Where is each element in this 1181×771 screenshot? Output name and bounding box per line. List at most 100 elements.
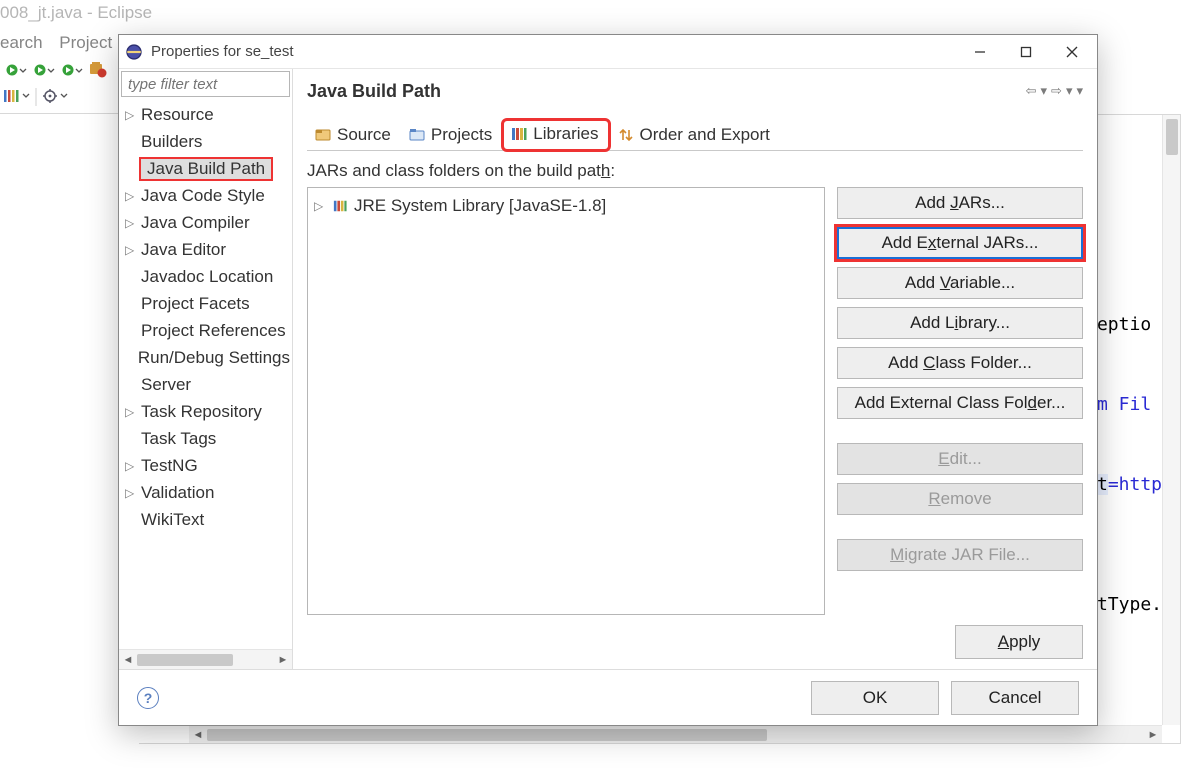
add-variable-button[interactable]: Add Variable...: [837, 267, 1083, 299]
forward-menu-icon[interactable]: ▾: [1066, 83, 1073, 99]
expand-icon[interactable]: ▷: [314, 199, 326, 213]
tab-projects-label: Projects: [431, 125, 492, 145]
libraries-list[interactable]: ▷ JRE System Library [JavaSE-1.8]: [307, 187, 825, 615]
sidebar-item[interactable]: ▷Java Compiler: [119, 209, 292, 236]
sidebar-item[interactable]: ▷Validation: [119, 479, 292, 506]
sidebar-item-label: Project Facets: [139, 294, 252, 314]
sidebar-item[interactable]: ▷Java Code Style: [119, 182, 292, 209]
scroll-right-icon[interactable]: ►: [274, 654, 292, 666]
editor-scrollbar-vertical[interactable]: [1162, 115, 1180, 725]
category-tree[interactable]: ▷Resource▷Builders▷Java Build Path▷Java …: [119, 99, 292, 649]
sidebar-item[interactable]: ▷Project Facets: [119, 290, 292, 317]
sidebar-item[interactable]: ▷Task Tags: [119, 425, 292, 452]
add-class-folder-button[interactable]: Add Class Folder...: [837, 347, 1083, 379]
sidebar-item-label: Java Build Path: [139, 157, 273, 181]
sidebar-item-label: Java Editor: [139, 240, 228, 260]
edit-button: Edit...: [837, 443, 1083, 475]
apply-button[interactable]: Apply: [955, 625, 1083, 659]
eclipse-menubar-fragment: earch Project: [0, 33, 124, 53]
sidebar-item[interactable]: ▷Run/Debug Settings: [119, 344, 292, 371]
migrate-jar-button: Migrate JAR File...: [837, 539, 1083, 571]
minimize-button[interactable]: [957, 36, 1003, 68]
sidebar-item[interactable]: ▷TestNG: [119, 452, 292, 479]
forward-icon[interactable]: ⇨: [1051, 83, 1062, 99]
scroll-right-icon[interactable]: ►: [1144, 729, 1162, 741]
scroll-left-icon[interactable]: ◄: [119, 654, 137, 666]
add-external-class-folder-button[interactable]: Add External Class Folder...: [837, 387, 1083, 419]
source-icon: [315, 127, 331, 143]
expand-icon[interactable]: ▷: [125, 486, 139, 500]
tab-order-export[interactable]: Order and Export: [610, 121, 780, 151]
tab-libraries-label: Libraries: [533, 124, 598, 144]
tab-libraries[interactable]: Libraries: [502, 119, 609, 151]
sidebar-item-label: TestNG: [139, 456, 200, 476]
back-icon[interactable]: ⇦: [1026, 83, 1037, 99]
page-title: Java Build Path: [307, 81, 441, 102]
view-menu-icon[interactable]: ▾: [1076, 83, 1083, 99]
menu-search-fragment[interactable]: earch: [0, 33, 43, 52]
sidebar-item-label: Javadoc Location: [139, 267, 275, 287]
build-path-tabs: Source Projects Libraries Order: [307, 119, 1083, 151]
menu-project-fragment[interactable]: Project: [59, 33, 112, 52]
sidebar-item-label: Java Compiler: [139, 213, 252, 233]
sidebar-item-label: Task Tags: [139, 429, 218, 449]
add-library-button[interactable]: Add Library...: [837, 307, 1083, 339]
tab-source-label: Source: [337, 125, 391, 145]
sidebar-item-label: Server: [139, 375, 193, 395]
sidebar-item-label: Resource: [139, 105, 216, 125]
sidebar-item-label: Java Code Style: [139, 186, 267, 206]
libraries-icon: [511, 126, 527, 142]
close-button[interactable]: [1049, 36, 1095, 68]
cancel-button[interactable]: Cancel: [951, 681, 1079, 715]
expand-icon[interactable]: ▷: [125, 243, 139, 257]
sidebar-item[interactable]: ▷WikiText: [119, 506, 292, 533]
tab-order-export-label: Order and Export: [640, 125, 770, 145]
order-export-icon: [618, 127, 634, 143]
sidebar-item[interactable]: ▷Builders: [119, 128, 292, 155]
maximize-button[interactable]: [1003, 36, 1049, 68]
eclipse-toolbar-fragment: [0, 58, 118, 114]
sidebar: ▷Resource▷Builders▷Java Build Path▷Java …: [119, 69, 293, 669]
sidebar-item[interactable]: ▷Java Build Path: [119, 155, 292, 182]
code-fragments: eptio m Fil t=http tType.: [1097, 265, 1162, 665]
help-icon[interactable]: ?: [137, 687, 159, 709]
library-buttons: Add JARs... Add External JARs... Add Var…: [837, 187, 1083, 615]
dialog-titlebar: Properties for se_test: [119, 35, 1097, 69]
sidebar-item[interactable]: ▷Javadoc Location: [119, 263, 292, 290]
sidebar-item[interactable]: ▷Server: [119, 371, 292, 398]
sidebar-item-label: Task Repository: [139, 402, 264, 422]
back-menu-icon[interactable]: ▾: [1041, 83, 1048, 99]
sidebar-item[interactable]: ▷Task Repository: [119, 398, 292, 425]
sidebar-item[interactable]: ▷Java Editor: [119, 236, 292, 263]
expand-icon[interactable]: ▷: [125, 108, 139, 122]
add-external-jars-button[interactable]: Add External JARs...: [837, 227, 1083, 259]
ok-button[interactable]: OK: [811, 681, 939, 715]
projects-icon: [409, 127, 425, 143]
sidebar-item[interactable]: ▷Resource: [119, 101, 292, 128]
sidebar-item-label: Project References: [139, 321, 288, 341]
libraries-description: JARs and class folders on the build path…: [307, 161, 1083, 181]
page-nav-icons: ⇦▾ ⇨▾ ▾: [1026, 83, 1083, 99]
library-entry-label: JRE System Library [JavaSE-1.8]: [354, 196, 606, 216]
filter-input[interactable]: [121, 71, 290, 97]
eclipse-icon: [125, 43, 143, 61]
tab-source[interactable]: Source: [307, 121, 401, 151]
editor-scrollbar-horizontal[interactable]: ◄ ►: [189, 725, 1162, 743]
expand-icon[interactable]: ▷: [125, 405, 139, 419]
dialog-footer: ? OK Cancel: [119, 669, 1097, 725]
sidebar-item[interactable]: ▷Project References: [119, 317, 292, 344]
expand-icon[interactable]: ▷: [125, 459, 139, 473]
dialog-title: Properties for se_test: [151, 43, 294, 60]
properties-dialog: Properties for se_test ▷Resource▷Builder…: [118, 34, 1098, 726]
sidebar-item-label: WikiText: [139, 510, 206, 530]
expand-icon[interactable]: ▷: [125, 189, 139, 203]
sidebar-scrollbar[interactable]: ◄ ►: [119, 649, 292, 669]
sidebar-item-label: Builders: [139, 132, 204, 152]
library-entry[interactable]: ▷ JRE System Library [JavaSE-1.8]: [314, 194, 818, 218]
expand-icon[interactable]: ▷: [125, 216, 139, 230]
library-icon: [332, 199, 348, 213]
scroll-left-icon[interactable]: ◄: [189, 729, 207, 741]
tab-projects[interactable]: Projects: [401, 121, 502, 151]
add-jars-button[interactable]: Add JARs...: [837, 187, 1083, 219]
main-panel: Java Build Path ⇦▾ ⇨▾ ▾ Source Projects: [293, 69, 1097, 669]
